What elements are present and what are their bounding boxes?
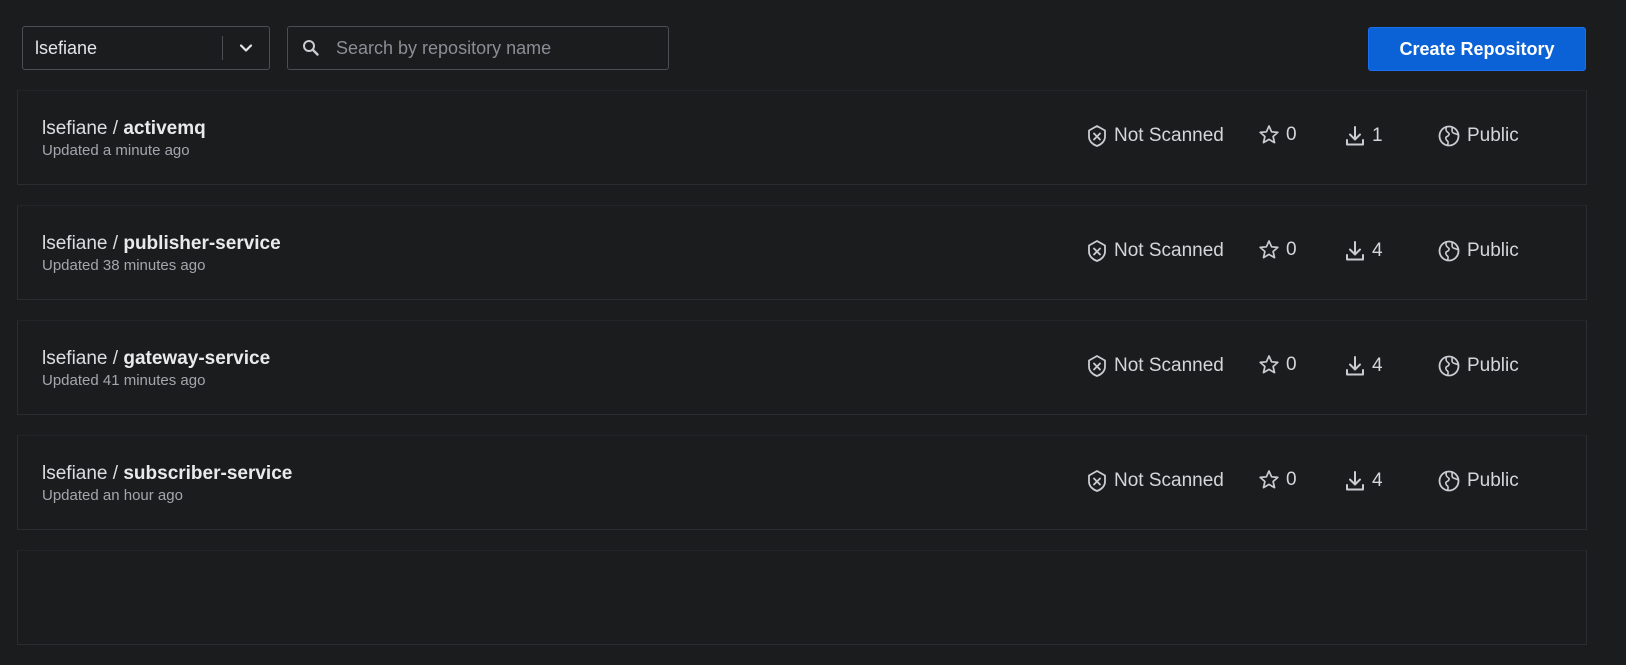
shield-x-icon	[1086, 124, 1108, 148]
chevron-down-icon[interactable]	[223, 27, 269, 69]
repository-name: subscriber-service	[123, 463, 293, 484]
repository-separator: /	[107, 118, 124, 139]
search-input[interactable]	[334, 36, 668, 60]
visibility-status: Public	[1437, 469, 1519, 493]
repository-separator: /	[107, 233, 124, 254]
repository-name: gateway-service	[123, 348, 271, 369]
repository-owner: lsefiane	[42, 348, 108, 369]
search-icon	[288, 39, 334, 57]
repository-separator: /	[107, 348, 124, 369]
star-count-value: 0	[1286, 469, 1297, 490]
repository-owner: lsefiane	[42, 233, 108, 254]
globe-icon	[1437, 124, 1461, 148]
scan-status-label: Not Scanned	[1114, 470, 1224, 491]
repository-row[interactable]: lsefiane / gateway-service Updated 41 mi…	[17, 320, 1587, 415]
globe-icon	[1437, 354, 1461, 378]
globe-icon	[1437, 239, 1461, 263]
namespace-select[interactable]: lsefiane	[22, 26, 270, 70]
repository-owner: lsefiane	[42, 463, 108, 484]
visibility-label: Public	[1467, 240, 1519, 261]
repository-separator: /	[107, 463, 124, 484]
repository-title[interactable]: lsefiane / subscriber-service	[42, 463, 292, 485]
pull-count-value: 4	[1372, 240, 1383, 261]
pull-count: 1	[1344, 124, 1383, 148]
star-count: 0	[1258, 469, 1297, 491]
scan-status: Not Scanned	[1086, 124, 1224, 148]
repository-list: lsefiane / activemq Updated a minute ago…	[17, 90, 1587, 665]
toolbar: lsefiane Create Repository	[0, 0, 1626, 90]
repository-title[interactable]: lsefiane / publisher-service	[42, 233, 281, 255]
repository-name: activemq	[123, 118, 206, 139]
create-repository-button[interactable]: Create Repository	[1368, 27, 1586, 71]
star-count: 0	[1258, 354, 1297, 376]
scan-status-label: Not Scanned	[1114, 355, 1224, 376]
star-count-value: 0	[1286, 239, 1297, 260]
globe-icon	[1437, 469, 1461, 493]
scan-status: Not Scanned	[1086, 469, 1224, 493]
star-count: 0	[1258, 239, 1297, 261]
repository-row[interactable]	[17, 550, 1587, 645]
repository-row[interactable]: lsefiane / publisher-service Updated 38 …	[17, 205, 1587, 300]
repository-updated: Updated 41 minutes ago	[42, 372, 206, 389]
download-icon	[1344, 469, 1366, 493]
star-icon	[1258, 469, 1280, 491]
pull-count: 4	[1344, 354, 1383, 378]
visibility-status: Public	[1437, 354, 1519, 378]
star-icon	[1258, 354, 1280, 376]
download-icon	[1344, 124, 1366, 148]
download-icon	[1344, 354, 1366, 378]
repository-row[interactable]: lsefiane / subscriber-service Updated an…	[17, 435, 1587, 530]
shield-x-icon	[1086, 354, 1108, 378]
shield-x-icon	[1086, 239, 1108, 263]
repository-row[interactable]: lsefiane / activemq Updated a minute ago…	[17, 90, 1587, 185]
repository-title[interactable]: lsefiane / activemq	[42, 118, 206, 140]
repository-updated: Updated an hour ago	[42, 487, 183, 504]
repository-title[interactable]: lsefiane / gateway-service	[42, 348, 270, 370]
star-icon	[1258, 239, 1280, 261]
pull-count: 4	[1344, 239, 1383, 263]
namespace-value: lsefiane	[35, 37, 98, 58]
star-count: 0	[1258, 124, 1297, 146]
star-count-value: 0	[1286, 124, 1297, 145]
visibility-status: Public	[1437, 239, 1519, 263]
repository-updated: Updated 38 minutes ago	[42, 257, 206, 274]
repository-updated: Updated a minute ago	[42, 142, 190, 159]
pull-count: 4	[1344, 469, 1383, 493]
visibility-label: Public	[1467, 125, 1519, 146]
scan-status: Not Scanned	[1086, 239, 1224, 263]
visibility-label: Public	[1467, 470, 1519, 491]
scan-status: Not Scanned	[1086, 354, 1224, 378]
shield-x-icon	[1086, 469, 1108, 493]
download-icon	[1344, 239, 1366, 263]
repository-owner: lsefiane	[42, 118, 108, 139]
repository-name: publisher-service	[123, 233, 281, 254]
star-count-value: 0	[1286, 354, 1297, 375]
pull-count-value: 1	[1372, 125, 1383, 146]
pull-count-value: 4	[1372, 355, 1383, 376]
visibility-label: Public	[1467, 355, 1519, 376]
pull-count-value: 4	[1372, 470, 1383, 491]
search-box	[287, 26, 669, 70]
scan-status-label: Not Scanned	[1114, 240, 1224, 261]
star-icon	[1258, 124, 1280, 146]
scan-status-label: Not Scanned	[1114, 125, 1224, 146]
visibility-status: Public	[1437, 124, 1519, 148]
